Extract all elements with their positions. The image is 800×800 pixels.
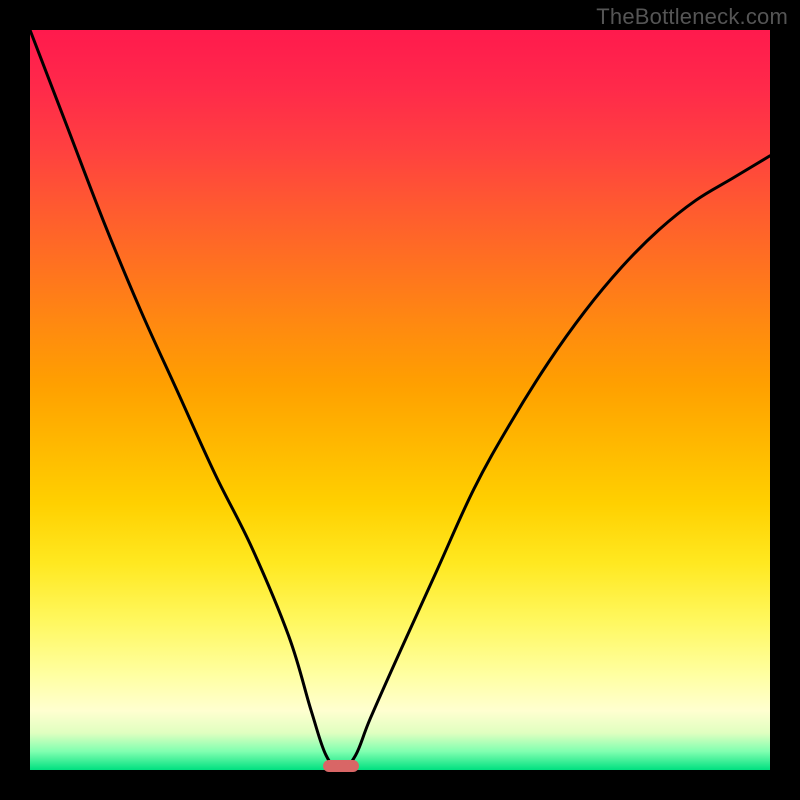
bottleneck-curve — [30, 30, 770, 770]
watermark-text: TheBottleneck.com — [596, 4, 788, 30]
image-root: TheBottleneck.com — [0, 0, 800, 800]
curve-path — [30, 30, 770, 770]
plot-area — [30, 30, 770, 770]
optimal-marker — [323, 760, 359, 772]
